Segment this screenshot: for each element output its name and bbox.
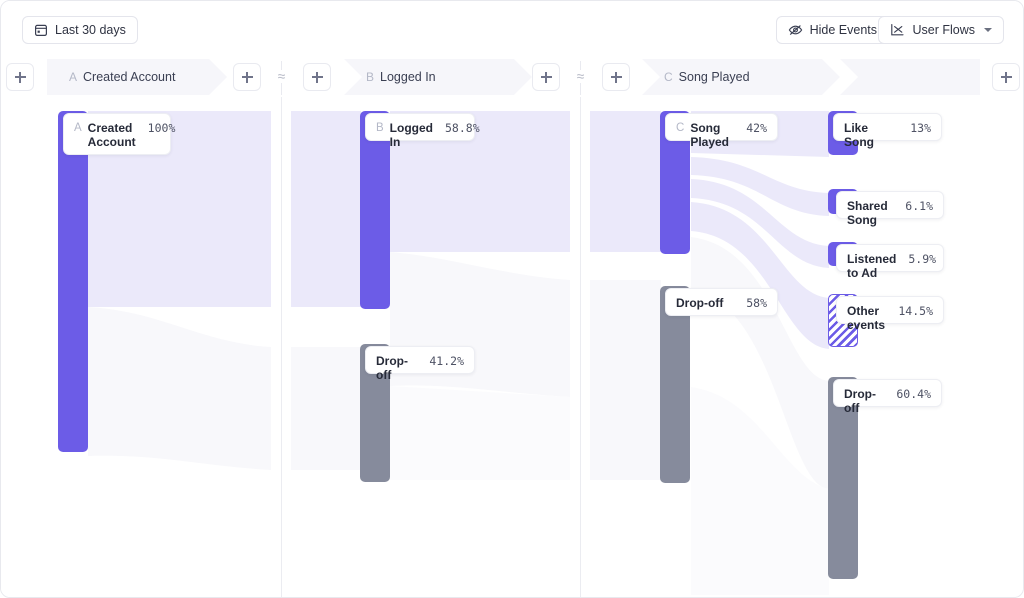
node-name: Created Account bbox=[87, 121, 136, 149]
node-key: C bbox=[676, 122, 685, 134]
node-name: Drop-off bbox=[844, 387, 876, 415]
node-value: 13% bbox=[910, 121, 931, 135]
step-label-a: Created Account bbox=[83, 70, 176, 84]
node-name: Drop-off bbox=[676, 296, 724, 310]
node-value: 58.8% bbox=[445, 121, 480, 135]
date-range-button[interactable]: Last 30 days bbox=[22, 16, 138, 44]
node-song-played[interactable]: C Song Played 42% bbox=[665, 113, 778, 149]
node-logged-in[interactable]: B Logged In 58.8% bbox=[365, 113, 480, 149]
node-value: 5.9% bbox=[908, 252, 937, 266]
ribbon-inflow-logged-in bbox=[291, 111, 361, 307]
step-divider-1: ≈ bbox=[275, 61, 288, 95]
node-key: A bbox=[74, 122, 82, 134]
node-name: Listened to Ad bbox=[847, 252, 897, 280]
node-name: Song Played bbox=[690, 121, 730, 149]
sankey-canvas: A Created Account 100% B Logged In 58.8%… bbox=[1, 97, 1023, 597]
node-name: Like Song bbox=[844, 121, 874, 149]
ribbon-inflow-song-played bbox=[590, 111, 661, 252]
node-final-dropoff[interactable]: Drop-off 60.4% bbox=[833, 379, 942, 415]
node-other-events[interactable]: Other events 14.5% bbox=[836, 296, 944, 332]
step-label-b: Logged In bbox=[380, 70, 436, 84]
hide-events-label: Hide Events bbox=[809, 22, 877, 37]
user-flows-label: User Flows bbox=[912, 22, 975, 37]
flow-ribbons bbox=[88, 111, 829, 595]
calendar-icon bbox=[34, 23, 48, 37]
wave-icon: ≈ bbox=[574, 69, 587, 83]
ribbon-inflow-dropoff-b bbox=[291, 347, 361, 470]
flow-icon bbox=[890, 23, 905, 37]
wave-icon: ≈ bbox=[275, 69, 288, 83]
add-step-button-right[interactable] bbox=[992, 63, 1020, 91]
ribbon-created-to-dropoff bbox=[88, 307, 271, 470]
node-value: 100% bbox=[147, 121, 176, 135]
add-step-button-b[interactable] bbox=[532, 63, 560, 91]
node-name: Shared Song bbox=[847, 199, 888, 227]
add-step-button-b-left[interactable] bbox=[303, 63, 331, 91]
step-key-c: C bbox=[664, 70, 673, 84]
toolbar: Last 30 days Hide Events User Flows bbox=[1, 1, 1023, 57]
step-chip-a[interactable]: A Created Account bbox=[47, 59, 227, 95]
step-divider-2: ≈ bbox=[574, 61, 587, 95]
node-value: 60.4% bbox=[896, 387, 931, 401]
node-like-song[interactable]: Like Song 13% bbox=[833, 113, 942, 149]
step-key-b: B bbox=[366, 70, 375, 84]
node-shared-song[interactable]: Shared Song 6.1% bbox=[836, 191, 944, 227]
node-value: 41.2% bbox=[429, 354, 464, 368]
node-value: 6.1% bbox=[905, 199, 933, 213]
step-chip-outcomes bbox=[840, 59, 980, 95]
node-value: 58% bbox=[746, 296, 767, 310]
add-step-button-c-left[interactable] bbox=[602, 63, 630, 91]
step-key-a: A bbox=[69, 70, 78, 84]
node-name: Drop-off bbox=[376, 354, 408, 382]
node-created-account[interactable]: A Created Account 100% bbox=[63, 113, 175, 155]
bar-created-account[interactable] bbox=[58, 111, 88, 452]
node-listened-to-ad[interactable]: Listened to Ad 5.9% bbox=[836, 244, 944, 280]
node-name: Other events bbox=[847, 304, 886, 332]
eye-off-icon bbox=[788, 23, 803, 37]
node-value: 42% bbox=[746, 121, 767, 135]
user-flows-app: Last 30 days Hide Events User Flows A Cr… bbox=[0, 0, 1024, 598]
node-value: 14.5% bbox=[898, 304, 933, 318]
node-key: B bbox=[376, 122, 384, 134]
add-step-button-a[interactable] bbox=[233, 63, 261, 91]
ribbon-dropoff-b-tail bbox=[390, 386, 570, 480]
hide-events-button[interactable]: Hide Events bbox=[775, 16, 889, 44]
step-label-c: Song Played bbox=[678, 70, 750, 84]
add-step-button-left[interactable] bbox=[6, 63, 34, 91]
ribbon-inflow-dropoff-c bbox=[590, 280, 661, 480]
node-dropoff-logged-in[interactable]: Drop-off 41.2% bbox=[365, 346, 475, 382]
step-header-band: A Created Account ≈ B Logged In ≈ C Song… bbox=[1, 57, 1023, 97]
node-dropoff-song-played[interactable]: Drop-off 58% bbox=[665, 288, 778, 316]
step-chip-b[interactable]: B Logged In bbox=[344, 59, 532, 95]
user-flows-button[interactable]: User Flows bbox=[878, 16, 1004, 44]
date-range-label: Last 30 days bbox=[55, 22, 126, 37]
node-name: Logged In bbox=[389, 121, 433, 149]
chevron-down-icon bbox=[984, 28, 992, 32]
